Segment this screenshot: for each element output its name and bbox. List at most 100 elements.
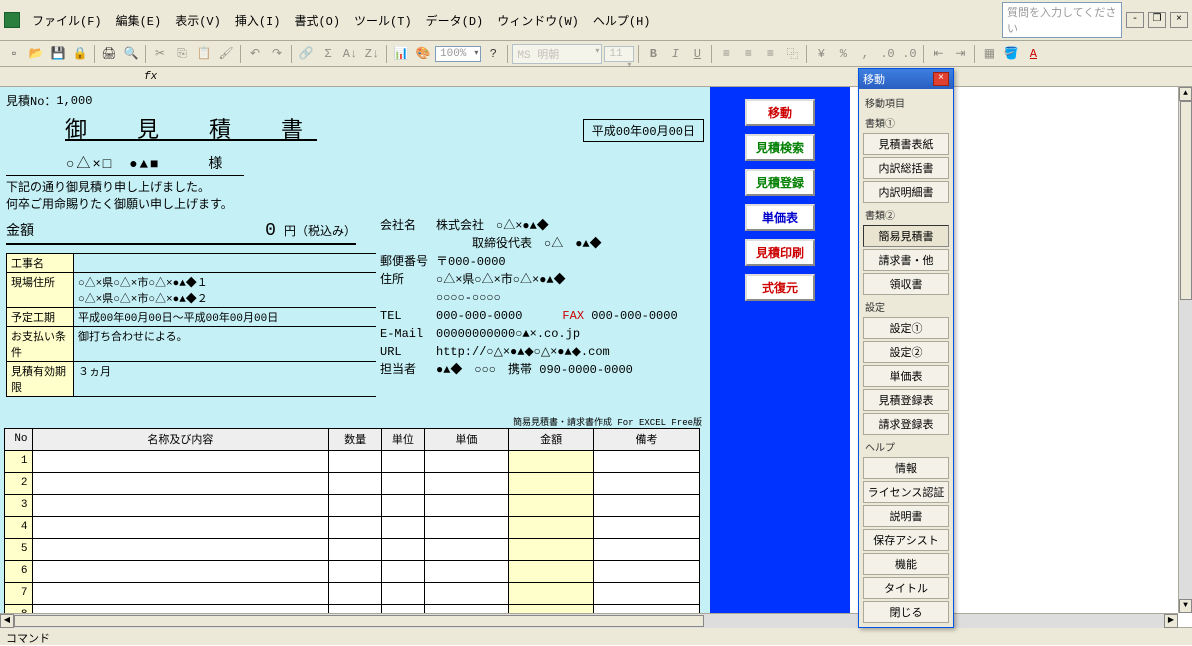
merge-icon[interactable]: ⿻	[782, 44, 802, 64]
align-right-icon[interactable]: ≡	[760, 44, 780, 64]
menu-view[interactable]: 表示(V)	[169, 10, 227, 31]
copy-icon[interactable]: ⎘	[172, 44, 192, 64]
scroll-down-icon[interactable]: ▼	[1179, 599, 1192, 613]
chart-icon[interactable]: 📊	[391, 44, 411, 64]
menu-window[interactable]: ウィンドウ(W)	[491, 10, 585, 31]
panel-btn-請求書・他[interactable]: 請求書・他	[863, 249, 949, 271]
new-icon[interactable]: ▫	[4, 44, 24, 64]
align-left-icon[interactable]: ≡	[716, 44, 736, 64]
panel-btn-タイトル[interactable]: タイトル	[863, 577, 949, 599]
scroll-left-icon[interactable]: ◀	[0, 614, 14, 628]
company-mobile-label: 携帯	[508, 363, 532, 377]
action-見積印刷[interactable]: 見積印刷	[745, 239, 815, 266]
menu-insert[interactable]: 挿入(I)	[229, 10, 287, 31]
fill-color-icon[interactable]: 🪣	[1001, 44, 1021, 64]
autosum-icon[interactable]: Σ	[318, 44, 338, 64]
action-単価表[interactable]: 単価表	[745, 204, 815, 231]
menu-tools[interactable]: ツール(T)	[348, 10, 418, 31]
menu-file[interactable]: ファイル(F)	[26, 10, 108, 31]
table-row[interactable]: 4	[5, 516, 700, 538]
comma-icon[interactable]: ,	[855, 44, 875, 64]
preview-icon[interactable]: 🔍	[121, 44, 141, 64]
zoom-combo[interactable]: 100%	[435, 46, 481, 62]
vscroll-thumb[interactable]	[1180, 101, 1192, 300]
panel-btn-見積書表紙[interactable]: 見積書表紙	[863, 133, 949, 155]
table-row[interactable]: 3	[5, 494, 700, 516]
panel-btn-単価表[interactable]: 単価表	[863, 365, 949, 387]
panel-btn-保存アシスト[interactable]: 保存アシスト	[863, 529, 949, 551]
restore-button[interactable]: ❐	[1148, 12, 1166, 28]
panel-btn-請求登録表[interactable]: 請求登録表	[863, 413, 949, 435]
redo-icon[interactable]: ↷	[267, 44, 287, 64]
underline-icon[interactable]: U	[687, 44, 707, 64]
panel-btn-説明書[interactable]: 説明書	[863, 505, 949, 527]
help-icon[interactable]: ?	[483, 44, 503, 64]
panel-btn-内訳総括書[interactable]: 内訳総括書	[863, 157, 949, 179]
scroll-right-icon[interactable]: ▶	[1164, 614, 1178, 628]
panel-btn-設定①[interactable]: 設定①	[863, 317, 949, 339]
company-addr2: ○○○○-○○○○	[436, 291, 501, 305]
panel-btn-ライセンス認証[interactable]: ライセンス認証	[863, 481, 949, 503]
panel-btn-情報[interactable]: 情報	[863, 457, 949, 479]
action-見積検索[interactable]: 見積検索	[745, 134, 815, 161]
indent-inc-icon[interactable]: ⇥	[950, 44, 970, 64]
action-移動[interactable]: 移動	[745, 99, 815, 126]
estimate-sheet[interactable]: 見積No： 1,000 御 見 積 書 平成00年00月00日 ○△×□ ●▲■…	[0, 87, 710, 627]
print-icon[interactable]: 🖨	[99, 44, 119, 64]
italic-icon[interactable]: I	[665, 44, 685, 64]
menu-format[interactable]: 書式(O)	[288, 10, 346, 31]
hscroll-thumb[interactable]	[14, 615, 704, 627]
help-question-input[interactable]: 質問を入力してください	[1002, 2, 1122, 38]
scroll-up-icon[interactable]: ▲	[1179, 87, 1192, 101]
bold-icon[interactable]: B	[643, 44, 663, 64]
table-row[interactable]: 5	[5, 538, 700, 560]
panel-close-button[interactable]: ×	[933, 72, 949, 86]
action-式復元[interactable]: 式復元	[745, 274, 815, 301]
table-row[interactable]: 1	[5, 450, 700, 472]
table-row[interactable]: 7	[5, 582, 700, 604]
meta-val-valid: ３ヵ月	[74, 362, 376, 396]
inc-decimal-icon[interactable]: .0	[877, 44, 897, 64]
sort-desc-icon[interactable]: Z↓	[362, 44, 382, 64]
action-見積登録[interactable]: 見積登録	[745, 169, 815, 196]
drawing-icon[interactable]: 🎨	[413, 44, 433, 64]
save-icon[interactable]: 💾	[48, 44, 68, 64]
panel-btn-領収書[interactable]: 領収書	[863, 273, 949, 295]
meta-label-payment: お支払い条件	[6, 327, 74, 361]
borders-icon[interactable]: ▦	[979, 44, 999, 64]
cut-icon[interactable]: ✂	[150, 44, 170, 64]
horizontal-scrollbar[interactable]: ◀ ▶	[0, 613, 1178, 627]
hyperlink-icon[interactable]: 🔗	[296, 44, 316, 64]
navigation-panel[interactable]: 移動 × 移動項目書類①見積書表紙内訳総括書内訳明細書書類②簡易見積書請求書・他…	[858, 68, 954, 628]
line-items-table[interactable]: No 名称及び内容 数量 単位 単価 金額 備考 12345678910	[4, 428, 700, 627]
undo-icon[interactable]: ↶	[245, 44, 265, 64]
indent-dec-icon[interactable]: ⇤	[928, 44, 948, 64]
panel-btn-機能[interactable]: 機能	[863, 553, 949, 575]
menu-edit[interactable]: 編集(E)	[110, 10, 168, 31]
panel-btn-設定②[interactable]: 設定②	[863, 341, 949, 363]
panel-btn-見積登録表[interactable]: 見積登録表	[863, 389, 949, 411]
format-painter-icon[interactable]: 🖌	[216, 44, 236, 64]
sort-asc-icon[interactable]: A↓	[340, 44, 360, 64]
align-center-icon[interactable]: ≡	[738, 44, 758, 64]
fx-label[interactable]: fx	[144, 71, 157, 83]
table-row[interactable]: 6	[5, 560, 700, 582]
menu-help[interactable]: ヘルプ(H)	[587, 10, 657, 31]
menu-data[interactable]: データ(D)	[420, 10, 490, 31]
vertical-scrollbar[interactable]: ▲ ▼	[1178, 87, 1192, 613]
font-color-icon[interactable]: A	[1023, 44, 1043, 64]
minimize-button[interactable]: -	[1126, 12, 1144, 28]
dec-decimal-icon[interactable]: .0	[899, 44, 919, 64]
open-icon[interactable]: 📂	[26, 44, 46, 64]
table-row[interactable]: 2	[5, 472, 700, 494]
panel-btn-簡易見積書[interactable]: 簡易見積書	[863, 225, 949, 247]
font-size-combo[interactable]: 11	[604, 46, 634, 62]
company-name: 株式会社 ○△×●▲◆	[436, 219, 549, 233]
close-button[interactable]: ×	[1170, 12, 1188, 28]
paste-icon[interactable]: 📋	[194, 44, 214, 64]
percent-icon[interactable]: %	[833, 44, 853, 64]
panel-btn-内訳明細書[interactable]: 内訳明細書	[863, 181, 949, 203]
permission-icon[interactable]: 🔒	[70, 44, 90, 64]
currency-icon[interactable]: ¥	[811, 44, 831, 64]
font-combo[interactable]: MS 明朝	[512, 44, 602, 64]
